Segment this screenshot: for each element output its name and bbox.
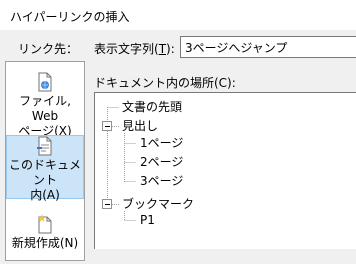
- bookmarks-collapse-toggle[interactable]: [102, 199, 112, 209]
- new-document-icon: [38, 214, 52, 234]
- tree-node-bookmarks[interactable]: ブックマーク: [122, 196, 194, 212]
- link-to-file-web-label: ファイル, Web ページ(X): [18, 94, 72, 138]
- tree-node-bookmark-p1[interactable]: P1: [140, 212, 155, 228]
- display-text-label-prefix: 表示文字列(: [94, 42, 159, 56]
- link-to-new-document-button[interactable]: 新規作成(N): [6, 214, 84, 264]
- display-text-accesskey: T: [158, 42, 167, 56]
- tree-node-heading-page1[interactable]: 1ページ: [140, 135, 183, 151]
- headings-collapse-toggle[interactable]: [102, 121, 112, 131]
- dialog-title: ハイパーリンクの挿入: [10, 10, 130, 24]
- place-tree[interactable]: 文書の先頭 見出し 1ページ 2ページ 3ページ ブックマーク P1: [94, 92, 356, 249]
- tree-node-top-of-document[interactable]: 文書の先頭: [122, 99, 182, 115]
- link-to-this-document-button[interactable]: このドキュメント 内(A): [6, 135, 84, 202]
- tree-connector-lines: [107, 107, 136, 221]
- tree-node-heading-page3[interactable]: 3ページ: [140, 173, 183, 189]
- title-bar: ハイパーリンクの挿入: [0, 0, 356, 30]
- tree-node-headings[interactable]: 見出し: [122, 118, 158, 134]
- link-to-this-document-label: このドキュメント 内(A): [8, 158, 81, 202]
- document-place-icon: [37, 136, 52, 156]
- display-text-input[interactable]: [180, 36, 356, 58]
- link-to-panel: ファイル, Web ページ(X) このドキュメント 内(A) 新規作成(N): [5, 61, 85, 261]
- tree-node-heading-page2[interactable]: 2ページ: [140, 154, 183, 170]
- display-text-label-suffix: ):: [166, 42, 175, 56]
- place-in-document-label: ドキュメント内の場所(C):: [94, 76, 236, 90]
- link-to-label: リンク先：: [18, 42, 79, 56]
- display-text-label: 表示文字列(T):: [94, 40, 175, 57]
- link-to-file-web-button[interactable]: ファイル, Web ページ(X): [6, 72, 84, 138]
- web-page-icon: [38, 72, 52, 92]
